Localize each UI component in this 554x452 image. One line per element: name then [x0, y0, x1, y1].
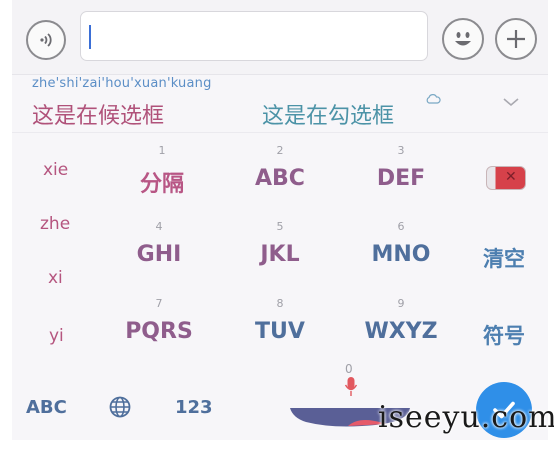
backspace-icon: ✕ [505, 169, 517, 185]
plus-icon [507, 30, 525, 48]
globe-icon[interactable] [108, 395, 132, 419]
voice-icon [40, 33, 52, 47]
chat-input-bar [12, 0, 548, 75]
key-number: 8 [276, 297, 284, 310]
key-9[interactable]: 9 WXYZ [346, 291, 456, 357]
key-number: 6 [397, 220, 405, 233]
voice-button[interactable] [26, 20, 66, 60]
key-number: 5 [276, 220, 284, 233]
syllable-option[interactable]: zhe [40, 214, 70, 234]
emoji-button[interactable] [442, 18, 484, 60]
chevron-down-icon[interactable] [502, 96, 520, 108]
key-label: ABC [255, 166, 305, 191]
key-7[interactable]: 7 PQRS [104, 291, 214, 357]
more-button[interactable] [495, 18, 537, 60]
backspace-button[interactable]: ✕ [486, 166, 526, 190]
key-1[interactable]: 1 分隔 [107, 138, 217, 204]
symbol-button[interactable]: 符号 [483, 320, 525, 350]
key-number: 7 [155, 297, 163, 310]
candidate-2[interactable]: 这是在勾选框 [262, 98, 394, 130]
keyboard-screen: zhe'shi'zai'hou'xuan'kuang 这是在候选框 这是在勾选框… [12, 0, 554, 440]
pinyin-composition: zhe'shi'zai'hou'xuan'kuang [32, 76, 212, 91]
watermark-text: iseeyu.com [378, 400, 554, 435]
key-label: JKL [260, 242, 300, 267]
key-number: 2 [276, 144, 284, 157]
syllable-option[interactable]: yi [49, 326, 64, 346]
number-switch-button[interactable]: 123 [175, 397, 213, 418]
key-8[interactable]: 8 TUV [225, 291, 335, 357]
abc-switch-button[interactable]: ABC [26, 397, 67, 418]
key-3[interactable]: 3 DEF [346, 138, 456, 204]
mic-icon [344, 377, 358, 396]
cloud-icon [426, 94, 441, 104]
key-label: GHI [136, 242, 182, 267]
key-number: 3 [397, 144, 405, 157]
key-6[interactable]: 6 MNO [346, 214, 456, 280]
clear-button[interactable]: 清空 [483, 243, 525, 273]
key-label: PQRS [125, 319, 193, 344]
message-input[interactable] [80, 11, 428, 61]
key-label: 分隔 [139, 172, 184, 197]
key-4[interactable]: 4 GHI [104, 214, 214, 280]
syllable-option[interactable]: xie [43, 160, 68, 180]
key-label: WXYZ [364, 319, 438, 344]
emoji-icon [455, 32, 471, 46]
candidate-divider [12, 132, 548, 133]
key-label: TUV [255, 319, 305, 344]
key-5[interactable]: 5 JKL [225, 214, 335, 280]
key-number: 9 [397, 297, 405, 310]
key-label: MNO [371, 242, 431, 267]
key-label: DEF [376, 166, 426, 191]
space-number: 0 [345, 362, 353, 376]
key-2[interactable]: 2 ABC [225, 138, 335, 204]
key-number: 1 [158, 144, 166, 157]
candidate-1[interactable]: 这是在候选框 [32, 98, 164, 130]
text-caret [89, 25, 91, 49]
syllable-option[interactable]: xi [48, 268, 63, 288]
key-number: 4 [155, 220, 163, 233]
